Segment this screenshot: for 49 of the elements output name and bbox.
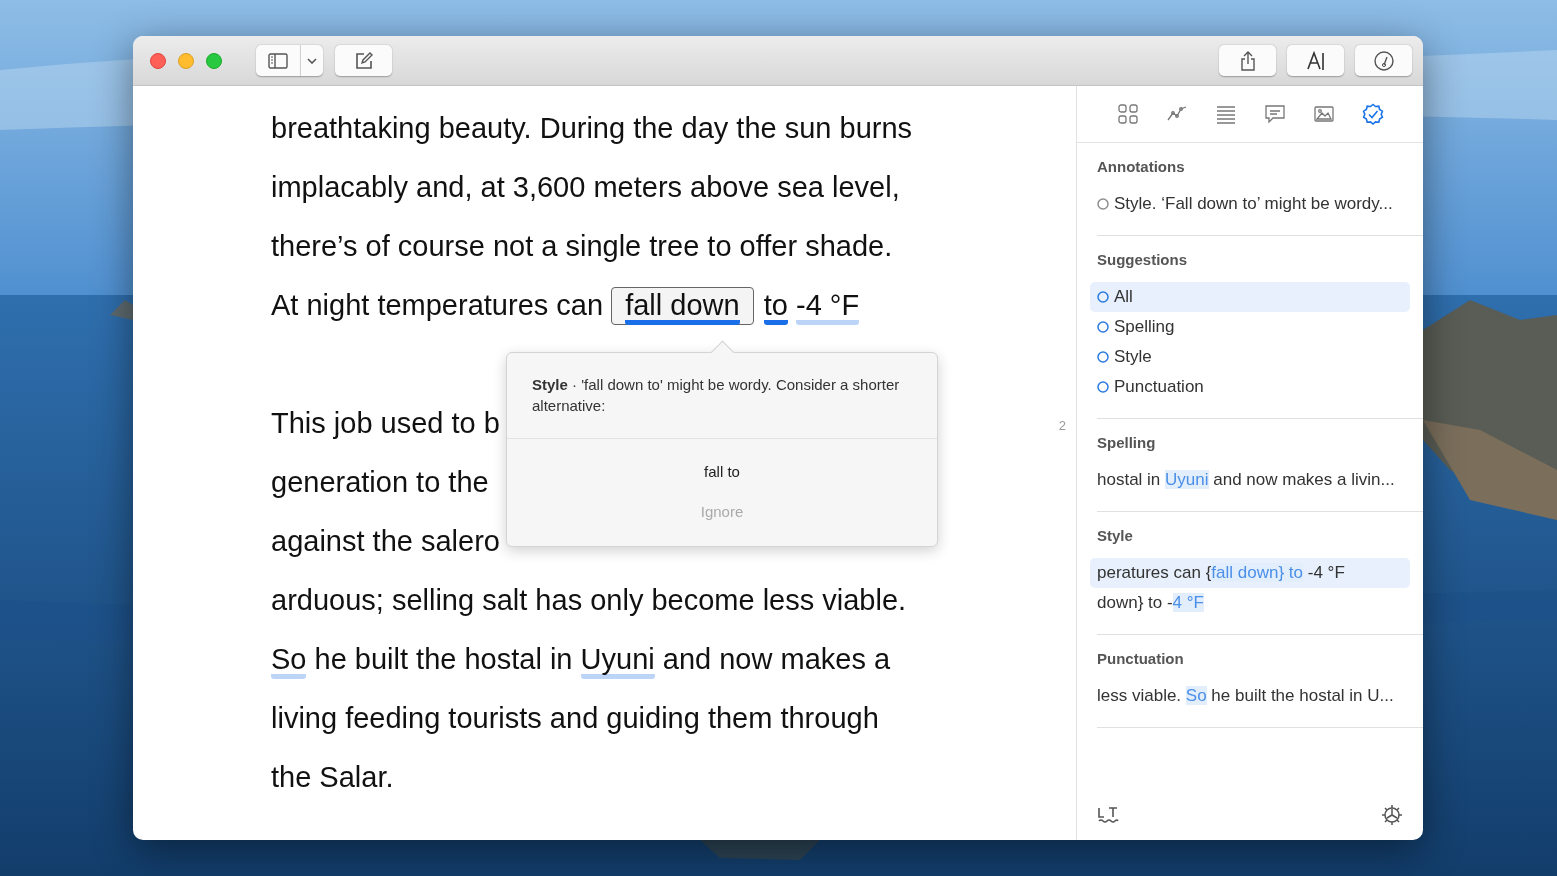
- body-text: living feeding tourists and guiding them through: [271, 701, 879, 736]
- dropdown-button[interactable]: [301, 45, 323, 76]
- sidebar-icon: [268, 52, 288, 69]
- filter-item[interactable]: Punctuation: [1090, 372, 1410, 402]
- suggestion-option[interactable]: fall to: [698, 451, 746, 491]
- gauge-icon: [1372, 50, 1395, 71]
- font-button[interactable]: [1287, 45, 1344, 76]
- suggestion-item[interactable]: less viable. So he built the hostal in U...: [1090, 681, 1410, 711]
- filter-item[interactable]: Spelling: [1090, 312, 1410, 342]
- zoom-button[interactable]: [206, 52, 222, 69]
- page-number: 2: [1058, 418, 1066, 433]
- filter-item[interactable]: Style. ‘Fall down to’ might be wordy...: [1090, 189, 1410, 219]
- share-button[interactable]: [1219, 45, 1276, 76]
- list-icon[interactable]: [1214, 103, 1237, 125]
- body-text: generation to the: [271, 465, 489, 500]
- body-text: At night temperatures can fall down to -4 °F: [271, 276, 860, 335]
- filter-item[interactable]: Style: [1090, 342, 1410, 372]
- section-heading: Annotations: [1097, 158, 1186, 176]
- body-text: implacably and, at 3,600 meters above sea level,: [271, 170, 900, 205]
- section-heading: Suggestions: [1097, 251, 1188, 269]
- image-icon[interactable]: [1312, 103, 1335, 125]
- body-text: there’s of course not a single tree to offer shade.: [271, 229, 893, 264]
- suggestion-item[interactable]: hostal in Uyuni and now makes a livin...: [1090, 465, 1410, 495]
- settings-icon[interactable]: [1381, 804, 1403, 826]
- body-text: the Salar.: [271, 760, 394, 795]
- suggestion-item[interactable]: peratures can {fall down} to -4 °F: [1090, 558, 1410, 588]
- body-text: against the salero: [271, 524, 500, 559]
- body-text: This job used to b: [271, 406, 500, 441]
- close-button[interactable]: [150, 52, 166, 69]
- filter-item[interactable]: All: [1090, 282, 1410, 312]
- comment-icon[interactable]: [1263, 103, 1286, 125]
- compose-button[interactable]: [335, 45, 392, 76]
- body-text: arduous; selling salt has only become less viable.: [271, 583, 907, 618]
- grid-icon[interactable]: [1116, 103, 1139, 125]
- suggestion-item[interactable]: down} to -4 °F: [1090, 588, 1410, 618]
- section-heading: Punctuation: [1097, 650, 1185, 668]
- languagetool-icon[interactable]: [1097, 805, 1119, 825]
- caret-icon: [307, 57, 317, 64]
- suggestion-message: Style · 'fall down to' might be wordy. Consider a shorter alternative:: [507, 353, 937, 439]
- compose-icon: [353, 50, 374, 71]
- section-heading: Spelling: [1097, 434, 1157, 452]
- body-text: So he built the hostal in Uyuni and now makes a: [271, 630, 891, 689]
- body-text: breathtaking beauty. During the day the sun burns: [271, 111, 913, 146]
- share-icon: [1239, 50, 1256, 71]
- section-heading: Style: [1097, 527, 1134, 545]
- text-cursor-icon: [1305, 50, 1326, 71]
- statistics-button[interactable]: [1355, 45, 1412, 76]
- check-badge-icon[interactable]: [1361, 103, 1384, 125]
- sidebar-toggle-button[interactable]: [256, 45, 301, 76]
